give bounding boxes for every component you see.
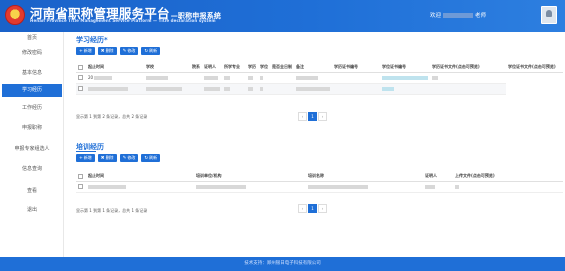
row-start-date: 20 <box>88 75 94 80</box>
training-table-header: 起止时间 培训单位/机构 培训名称 证明人 上传文件(点击可预览) <box>76 171 563 182</box>
table-row[interactable]: 20 <box>76 72 563 84</box>
app-footer: 技术支持：郑州银日电子科技有限公司 <box>0 257 565 271</box>
page-number-button[interactable]: 1 <box>308 112 317 121</box>
welcome-text: 欢迎 老师 <box>430 13 487 19</box>
sidebar-item-expert-selection[interactable]: 申报专家组选人 <box>0 143 64 156</box>
col-header: 学位证书文件(点击可预览) <box>506 62 563 73</box>
refresh-icon: ↻ <box>144 156 149 161</box>
training-add-button[interactable]: +新增 <box>76 154 95 162</box>
app-subtitle: Henan Province Title Management Service … <box>30 18 216 23</box>
col-header: 学校 <box>144 62 190 73</box>
training-edit-button[interactable]: ✎修改 <box>119 154 139 162</box>
sidebar-item-apply-title[interactable]: 申报职称 <box>0 122 64 135</box>
next-page-button[interactable]: › <box>318 204 327 213</box>
sidebar: 首页 修改密码 基本信息 学习经历 工作经历 申报职称 申报专家组选人 信息查询… <box>0 32 64 257</box>
page-number-button[interactable]: 1 <box>308 204 317 213</box>
col-header: 学历 <box>246 62 258 73</box>
table-row[interactable] <box>76 181 563 193</box>
sidebar-item-work-history[interactable]: 工作经历 <box>0 102 64 115</box>
app-header: 河南省职称管理服务平台—职称申报系统 Henan Province Title … <box>0 0 565 32</box>
row-checkbox[interactable] <box>78 184 83 190</box>
training-table: 起止时间 培训单位/机构 培训名称 证明人 上传文件(点击可预览) <box>76 171 563 193</box>
study-section-title: 学习经历* <box>76 36 108 44</box>
col-header: 学历证书文件(点击可预览) <box>430 62 506 73</box>
edit-icon: ✎ <box>122 49 127 54</box>
col-header: 所学专业 <box>222 62 246 73</box>
col-header: 学位证书编号 <box>380 62 430 73</box>
sidebar-item-logout[interactable]: 退出 <box>0 204 64 217</box>
col-header: 上传文件(点击可预览) <box>453 171 563 182</box>
edit-icon: ✎ <box>122 156 127 161</box>
select-all-checkbox[interactable] <box>76 62 86 73</box>
study-table: 起止时间 学校 院系 证明人 所学专业 学历 学位 是否全日制 备注 学历证书编… <box>76 62 563 95</box>
row-checkbox[interactable] <box>78 86 83 92</box>
training-delete-button[interactable]: ✖删除 <box>97 154 117 162</box>
col-header: 学位 <box>258 62 270 73</box>
national-emblem-icon <box>5 5 25 25</box>
refresh-icon: ↻ <box>144 49 149 54</box>
study-add-button[interactable]: +新增 <box>76 47 95 55</box>
study-delete-button[interactable]: ✖删除 <box>97 47 117 55</box>
select-all-checkbox[interactable] <box>76 171 86 182</box>
col-header: 培训单位/机构 <box>194 171 306 182</box>
col-header: 起止时间 <box>86 62 144 73</box>
training-pager-text: 显示第 1 到第 1 条记录，总共 1 条记录 <box>76 208 148 213</box>
main-content: 学习经历* +新增 ✖删除 ✎修改 ↻刷新 起止时间 学校 院系 证明人 所学专… <box>70 32 565 257</box>
col-header: 院系 <box>190 62 202 73</box>
sidebar-item-basic-info[interactable]: 基本信息 <box>0 67 64 80</box>
study-table-header: 起止时间 学校 院系 证明人 所学专业 学历 学位 是否全日制 备注 学历证书编… <box>76 62 563 73</box>
sidebar-item-study-history[interactable]: 学习经历 <box>2 84 62 97</box>
sidebar-item-view[interactable]: 查看 <box>0 185 64 198</box>
col-header: 证明人 <box>423 171 453 182</box>
col-header: 学历证书编号 <box>332 62 380 73</box>
col-header: 是否全日制 <box>270 62 294 73</box>
col-header: 证明人 <box>202 62 222 73</box>
sidebar-item-home[interactable]: 首页 <box>0 32 64 45</box>
plus-icon: + <box>79 156 83 161</box>
study-refresh-button[interactable]: ↻刷新 <box>141 47 161 55</box>
col-header: 起止时间 <box>86 171 194 182</box>
sidebar-item-info-query[interactable]: 信息查询 <box>0 163 64 176</box>
section-underline <box>76 151 96 152</box>
col-header: 培训名称 <box>306 171 423 182</box>
training-refresh-button[interactable]: ↻刷新 <box>141 154 161 162</box>
study-toolbar: +新增 ✖删除 ✎修改 ↻刷新 <box>76 47 161 55</box>
plus-icon: + <box>79 49 83 54</box>
study-pagination: ‹ 1 › <box>298 112 327 121</box>
training-toolbar: +新增 ✖删除 ✎修改 ↻刷新 <box>76 154 161 162</box>
user-name-redacted <box>443 13 474 18</box>
col-header: 备注 <box>294 62 332 73</box>
sidebar-item-change-password[interactable]: 修改密码 <box>0 47 64 60</box>
next-page-button[interactable]: › <box>318 112 327 121</box>
prev-page-button[interactable]: ‹ <box>298 112 307 121</box>
row-checkbox[interactable] <box>78 75 83 81</box>
user-avatar[interactable] <box>541 6 557 24</box>
prev-page-button[interactable]: ‹ <box>298 204 307 213</box>
study-pager-text: 显示第 1 到第 2 条记录，总共 2 条记录 <box>76 114 148 119</box>
table-row[interactable] <box>76 83 563 95</box>
delete-icon: ✖ <box>100 156 105 161</box>
study-edit-button[interactable]: ✎修改 <box>119 47 139 55</box>
delete-icon: ✖ <box>100 49 105 54</box>
training-pagination: ‹ 1 › <box>298 204 327 213</box>
